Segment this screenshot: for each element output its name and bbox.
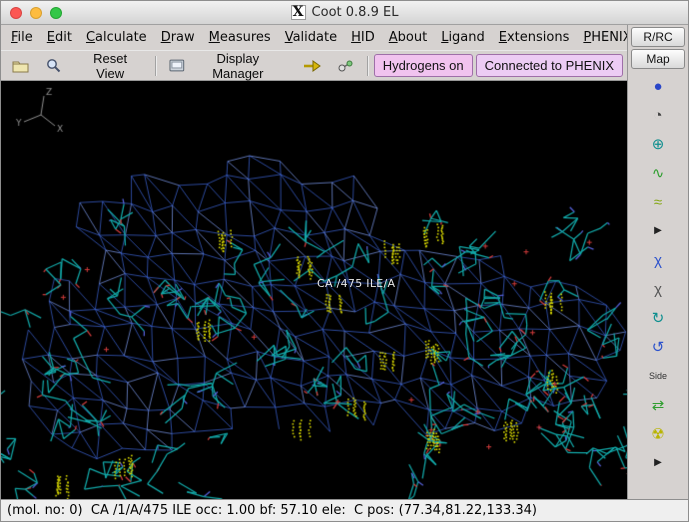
torsion-general-icon[interactable]: χ (644, 277, 672, 301)
real-space-refine-icon[interactable]: ∿ (644, 161, 672, 185)
coot-window: X Coot 0.8.9 EL File Edit Calculate Draw… (0, 0, 689, 522)
left-column: File Edit Calculate Draw Measures Valida… (1, 25, 632, 499)
zoom-button[interactable] (50, 6, 62, 19)
side-chain-180-icon[interactable]: Side (644, 364, 672, 388)
phenix-connection-toggle[interactable]: Connected to PHENIX (475, 54, 623, 77)
menu-item[interactable]: Ligand (434, 27, 492, 48)
toolbar-separator (366, 55, 368, 76)
display-manager-button[interactable]: Display Manager (162, 47, 292, 85)
reset-rc-button[interactable]: R/RC (631, 27, 685, 47)
menu-item[interactable]: File (4, 27, 40, 48)
menu-item[interactable]: Extensions (492, 27, 577, 48)
minimize-button[interactable] (30, 6, 42, 19)
menu-item[interactable]: Measures (202, 27, 278, 48)
go-to-ligand-icon (338, 60, 353, 71)
rotate-translate-icon[interactable]: ↻ (644, 306, 672, 330)
open-coordinates-button[interactable] (5, 55, 36, 77)
go-to-atom-icon (303, 59, 321, 72)
close-button[interactable] (10, 6, 22, 19)
sphere-icon[interactable]: ● (644, 74, 672, 98)
hydrogens-toggle[interactable]: Hydrogens on (373, 54, 473, 77)
x11-logo-icon: X (290, 5, 306, 20)
window-title-text: Coot 0.8.9 EL (311, 5, 399, 20)
menu-item[interactable]: HID (344, 27, 382, 48)
flip-peptide-icon[interactable]: ⇄ (644, 393, 672, 417)
menu-item[interactable]: Edit (40, 27, 79, 48)
toolbar-separator (155, 55, 157, 76)
clock-icon[interactable]: ◔ (644, 103, 672, 127)
zoom-icon (47, 59, 61, 73)
auto-fit-rotamer-icon[interactable]: ☢ (644, 422, 672, 446)
status-text: (mol. no: 0) CA /1/A/475 ILE occ: 1.00 b… (7, 503, 537, 518)
zoom-button-toolbar[interactable] (39, 54, 68, 77)
menu-item[interactable]: About (382, 27, 434, 48)
gl-canvas[interactable] (1, 81, 627, 499)
title-bar[interactable]: X Coot 0.8.9 EL (1, 1, 688, 25)
display-manager-icon (169, 59, 185, 72)
window-title: X Coot 0.8.9 EL (290, 5, 399, 20)
menu-item[interactable]: Draw (154, 27, 202, 48)
picked-atom-label: CA /475 ILE/A (317, 277, 396, 290)
edit-chi-angles-icon[interactable]: χ (644, 248, 672, 272)
main-area: File Edit Calculate Draw Measures Valida… (1, 25, 688, 499)
open-folder-icon (12, 61, 29, 72)
status-bar: (mol. no: 0) CA /1/A/475 ILE occ: 1.00 b… (1, 499, 688, 521)
expander-bottom-icon[interactable]: ▶ (644, 451, 672, 475)
right-icon-strip: ● ◔ ⊕ ∿ ≈ ▶ χ χ ↻ ↺ Side ⇄ ☢ ▶ (628, 74, 688, 499)
rotamers-icon[interactable]: ↺ (644, 335, 672, 359)
right-panel: R/RC Map ● ◔ ⊕ ∿ ≈ ▶ χ χ ↻ ↺ Side ⇄ ☢ ▶ (627, 25, 688, 499)
traffic-lights (10, 6, 62, 19)
toolbar: Reset View Display Manager Hydrogens on … (1, 50, 627, 81)
menu-item[interactable]: Validate (278, 27, 344, 48)
go-to-atom-button[interactable] (296, 56, 328, 76)
menu-item[interactable]: Calculate (79, 27, 154, 48)
reset-view-button[interactable]: Reset View (71, 47, 149, 85)
go-to-ligand-button[interactable] (331, 55, 361, 77)
molecular-viewport[interactable]: CA /475 ILE/A (1, 81, 627, 499)
regularize-zone-icon[interactable]: ≈ (644, 190, 672, 214)
display-manager-label: Display Manager (212, 50, 264, 81)
map-button[interactable]: Map (631, 49, 685, 69)
reset-view-label: Reset View (93, 50, 128, 81)
expander-icon[interactable]: ▶ (644, 219, 672, 243)
rigid-body-fit-icon[interactable]: ⊕ (644, 132, 672, 156)
